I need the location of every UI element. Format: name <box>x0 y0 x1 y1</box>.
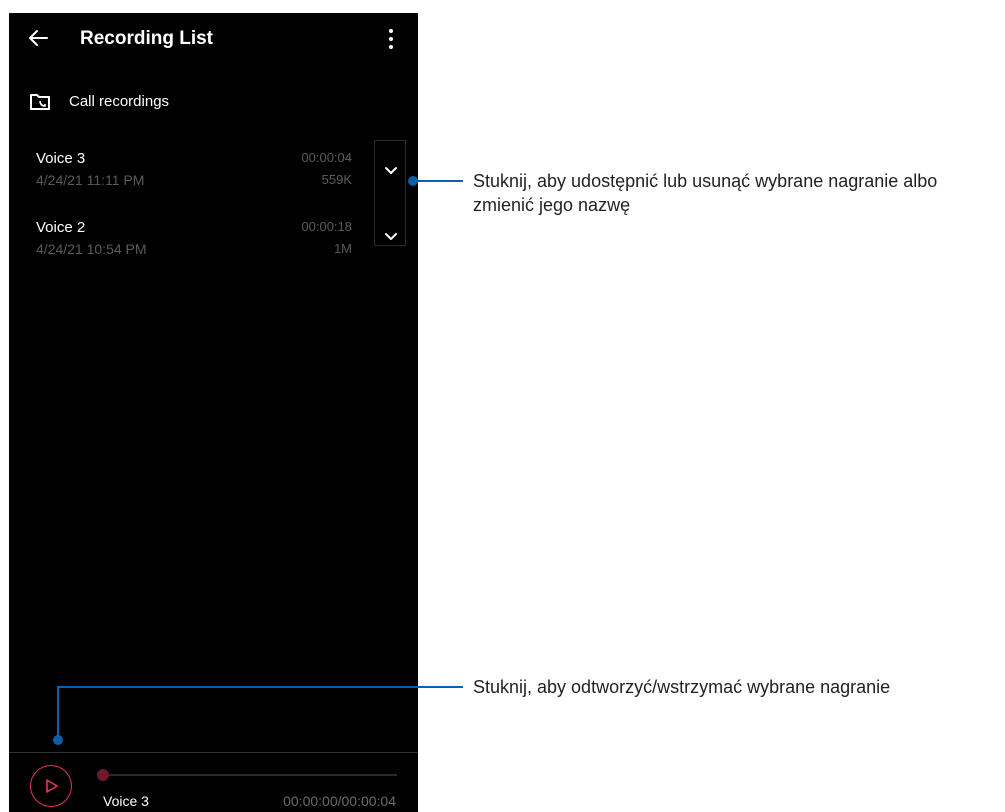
chevron-down-icon[interactable] <box>383 231 399 243</box>
expand-options-panel <box>374 140 406 246</box>
recording-item[interactable]: Voice 3 4/24/21 11:11 PM 00:00:04 559K <box>9 150 369 200</box>
folder-label: Call recordings <box>69 93 170 110</box>
callout-text-expand: Stuknij, aby udostępnić lub usunąć wybra… <box>473 171 938 215</box>
progress-track[interactable] <box>102 774 397 776</box>
recording-size: 559K <box>321 172 352 187</box>
call-folder-icon <box>30 94 50 110</box>
top-app-bar: Recording List <box>9 13 418 65</box>
phone-screen: Recording List Call recordings Voice 3 4… <box>9 13 418 812</box>
progress-thumb[interactable] <box>97 769 109 781</box>
recording-date: 4/24/21 11:11 PM <box>36 172 145 188</box>
callout-text-play: Stuknij, aby odtworzyć/wstrzymać wybrane… <box>473 677 891 697</box>
recording-size: 1M <box>333 241 352 256</box>
callout-line-play-horizontal <box>57 686 463 688</box>
player-recording-name: Voice 3 <box>103 793 149 809</box>
back-arrow-icon[interactable] <box>27 27 49 49</box>
divider <box>9 752 418 753</box>
recording-duration: 00:00:04 <box>301 150 352 165</box>
play-button[interactable] <box>30 765 72 807</box>
page-title: Recording List <box>80 28 214 49</box>
chevron-down-icon[interactable] <box>383 165 399 177</box>
more-vertical-icon[interactable] <box>385 27 397 51</box>
callout-line-play-vertical <box>57 686 59 738</box>
recording-item[interactable]: Voice 2 4/24/21 10:54 PM 00:00:18 1M <box>9 219 369 269</box>
player-time: 00:00:00/00:00:04 <box>283 793 396 809</box>
play-icon <box>46 779 58 793</box>
recording-name: Voice 3 <box>36 150 86 167</box>
recording-date: 4/24/21 10:54 PM <box>36 241 147 257</box>
callout-line-expand <box>413 180 463 182</box>
recording-name: Voice 2 <box>36 219 86 236</box>
call-recordings-folder[interactable]: Call recordings <box>9 87 418 117</box>
recording-duration: 00:00:18 <box>301 219 352 234</box>
